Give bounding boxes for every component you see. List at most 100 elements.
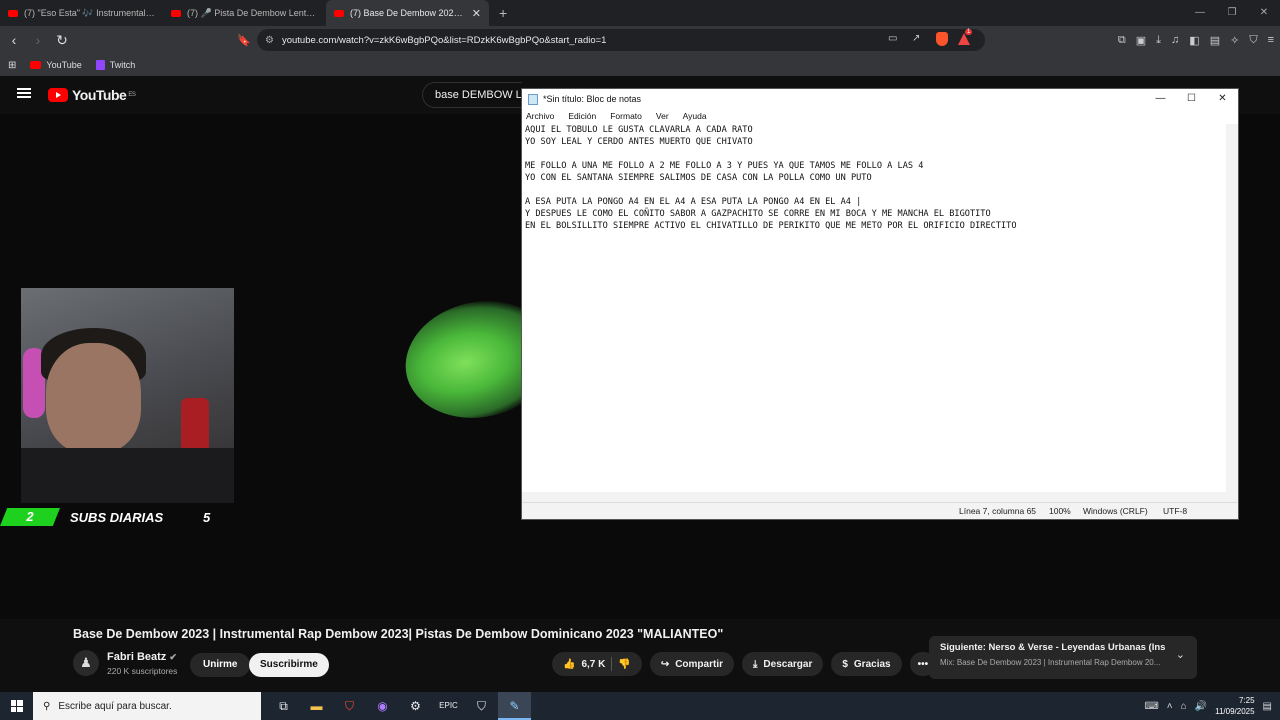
taskbar-search-placeholder: Escribe aquí para buscar. [58, 700, 172, 712]
subs-count-left: 2 [0, 508, 60, 526]
youtube-favicon-icon [334, 9, 344, 17]
divider [611, 657, 613, 671]
task-view-icon[interactable]: ⧉ [267, 692, 300, 720]
tab-label: (7) "Eso Esta" 🎶 Instrumental de T [24, 7, 155, 18]
channel-subscribers: 220 K suscriptores [107, 665, 178, 676]
subs-label: SUBS DIARIAS [70, 509, 164, 525]
obs-icon[interactable]: ◉ [366, 692, 399, 720]
steelseries-icon[interactable]: ⚙ [399, 692, 432, 720]
status-zoom: 100% [1049, 506, 1071, 516]
bookmark-icon[interactable]: 🔖 [234, 34, 254, 47]
windows-logo-icon [10, 700, 23, 712]
bookmark-twitch[interactable]: Twitch [95, 60, 136, 70]
site-settings-icon[interactable]: ⚙ [265, 35, 274, 46]
leo-icon[interactable]: ✧ [1230, 34, 1239, 47]
minimize-icon[interactable]: — [1184, 0, 1216, 26]
system-tray: ⌨ ˄ ⌂ 🔊 7:25 11/09/2025 ▤ [1144, 692, 1280, 720]
address-bar[interactable]: ⚙ youtube.com/watch?v=zkK6wBgbPQo&list=R… [257, 29, 985, 51]
bookmark-youtube[interactable]: YouTube [30, 60, 82, 70]
channel-info[interactable]: ♟ Fabri Beatz ✔ 220 K suscriptores [73, 650, 177, 676]
channel-avatar[interactable]: ♟ [73, 650, 99, 676]
horizontal-scrollbar[interactable] [522, 492, 1238, 502]
menu-ver[interactable]: Ver [656, 111, 669, 121]
webcam-overlay [21, 288, 234, 503]
notepad-titlebar[interactable]: *Sin título: Bloc de notas [522, 89, 1238, 109]
like-count[interactable]: 6,7 K [581, 659, 605, 670]
new-tab-button[interactable]: + [489, 5, 517, 21]
clock[interactable]: 7:25 11/09/2025 [1215, 695, 1254, 717]
apps-grid-icon[interactable]: ⊞ [8, 60, 16, 71]
thanks-button[interactable]: $ Gracias [831, 652, 902, 676]
forward-icon[interactable]: › [28, 32, 48, 48]
music-icon[interactable]: ♫ [1171, 34, 1179, 46]
download-button[interactable]: ⤓ Descargar [742, 652, 824, 676]
twitch-icon [95, 60, 105, 70]
windows-taskbar: ⚲ Escribe aquí para buscar. ⧉ ▬ ⛉ ◉ ⚙ EP… [0, 692, 1280, 720]
back-icon[interactable]: ‹ [4, 32, 24, 48]
browser-toolbar: ‹ › ↻ 🔖 ⚙ youtube.com/watch?v=zkK6wBgbPQ… [0, 26, 1280, 54]
restore-icon[interactable]: ❐ [1216, 0, 1248, 26]
like-icon[interactable]: 👍 [563, 659, 575, 670]
menu-archivo[interactable]: Archivo [526, 111, 554, 121]
window-controls: — ❐ ✕ [1184, 0, 1280, 26]
notepad-icon [528, 93, 538, 105]
share-icon[interactable]: ↗ [912, 33, 920, 44]
vpn-icon[interactable]: ⛉ [1249, 34, 1257, 47]
keyboard-icon[interactable]: ⌨ [1144, 701, 1158, 712]
bookmark-label: Twitch [109, 60, 136, 70]
join-button[interactable]: Unirme [190, 653, 251, 677]
channel-name[interactable]: Fabri Beatz ✔ [107, 651, 177, 663]
notepad-menu-bar: Archivo Edición Formato Ver Ayuda [522, 109, 1238, 123]
menu-icon[interactable]: ≡ [1268, 34, 1274, 46]
hamburger-menu-icon[interactable] [17, 88, 31, 98]
tray-expand-icon[interactable]: ˄ [1167, 701, 1173, 712]
close-icon[interactable]: ✕ [1207, 89, 1238, 109]
youtube-logo[interactable]: YouTube ES [48, 87, 136, 103]
wallet-icon[interactable]: ▤ [1210, 34, 1220, 47]
vertical-scrollbar[interactable] [1226, 124, 1238, 496]
minimize-icon[interactable]: — [1145, 89, 1176, 109]
menu-ayuda[interactable]: Ayuda [683, 111, 707, 121]
taskbar-search[interactable]: ⚲ Escribe aquí para buscar. [33, 692, 261, 720]
screenshot-icon[interactable]: ▣ [1136, 34, 1146, 47]
maximize-icon[interactable]: ☐ [1176, 89, 1207, 109]
menu-formato[interactable]: Formato [610, 111, 642, 121]
notepad-text-area[interactable]: AQUI EL TOBULO LE GUSTA CLAVARLA A CADA … [524, 124, 1226, 496]
notifications-icon[interactable]: ▤ [1263, 701, 1272, 712]
epic-games-icon[interactable]: EPIC [432, 692, 465, 720]
file-explorer-icon[interactable]: ▬ [300, 692, 333, 720]
brave-shield-icon[interactable] [936, 32, 948, 46]
youtube-search-input[interactable]: base DEMBOW LE [422, 82, 522, 108]
browser-tab-3[interactable]: (7) Base De Dembow 2023 | In ✕ [326, 0, 489, 26]
network-icon[interactable]: ⌂ [1181, 701, 1187, 712]
verified-icon: ✔ [169, 651, 177, 662]
download-icon[interactable]: ⤓ [1156, 34, 1161, 47]
subscribe-button[interactable]: Suscribirme [249, 653, 329, 677]
start-button[interactable] [0, 692, 33, 720]
close-tab-icon[interactable]: ✕ [472, 7, 481, 20]
share-button[interactable]: ↪ Compartir [649, 652, 734, 676]
next-video-card[interactable]: Siguiente: Nerso & Verse - Leyendas Urba… [929, 636, 1197, 679]
video-actions: 👍 6,7 K 👎 ↪ Compartir ⤓ Descargar $ Grac… [552, 652, 937, 676]
vpn-app-icon[interactable]: ⛉ [465, 692, 498, 720]
chevron-down-icon[interactable]: ⌄ [1176, 648, 1185, 661]
menu-edicion[interactable]: Edición [568, 111, 596, 121]
browser-tab-1[interactable]: (7) "Eso Esta" 🎶 Instrumental de T [0, 0, 163, 26]
extension-icon[interactable]: ⧉ [1118, 34, 1126, 47]
clock-time: 7:25 [1238, 696, 1255, 705]
streamer-face [46, 343, 141, 453]
streamer-shirt [21, 448, 234, 503]
notepad-taskbar-icon[interactable]: ✎ [498, 692, 531, 720]
dislike-icon[interactable]: 👎 [618, 659, 630, 670]
thanks-icon: $ [842, 658, 848, 670]
reload-icon[interactable]: ↻ [52, 32, 72, 49]
status-encoding: UTF-8 [1163, 506, 1188, 516]
bookmark-label: YouTube [46, 60, 82, 70]
browser-tab-2[interactable]: (7) 🎤 Pista De Dembow Lento Com [163, 0, 326, 26]
brave-browser-icon[interactable]: ⛉ [333, 692, 366, 720]
close-window-icon[interactable]: ✕ [1248, 0, 1280, 26]
volume-icon[interactable]: 🔊 [1195, 701, 1207, 712]
region-code: ES [128, 92, 136, 98]
cast-icon[interactable]: ▭ [888, 33, 897, 44]
sidebar-icon[interactable]: ◧ [1189, 34, 1199, 47]
